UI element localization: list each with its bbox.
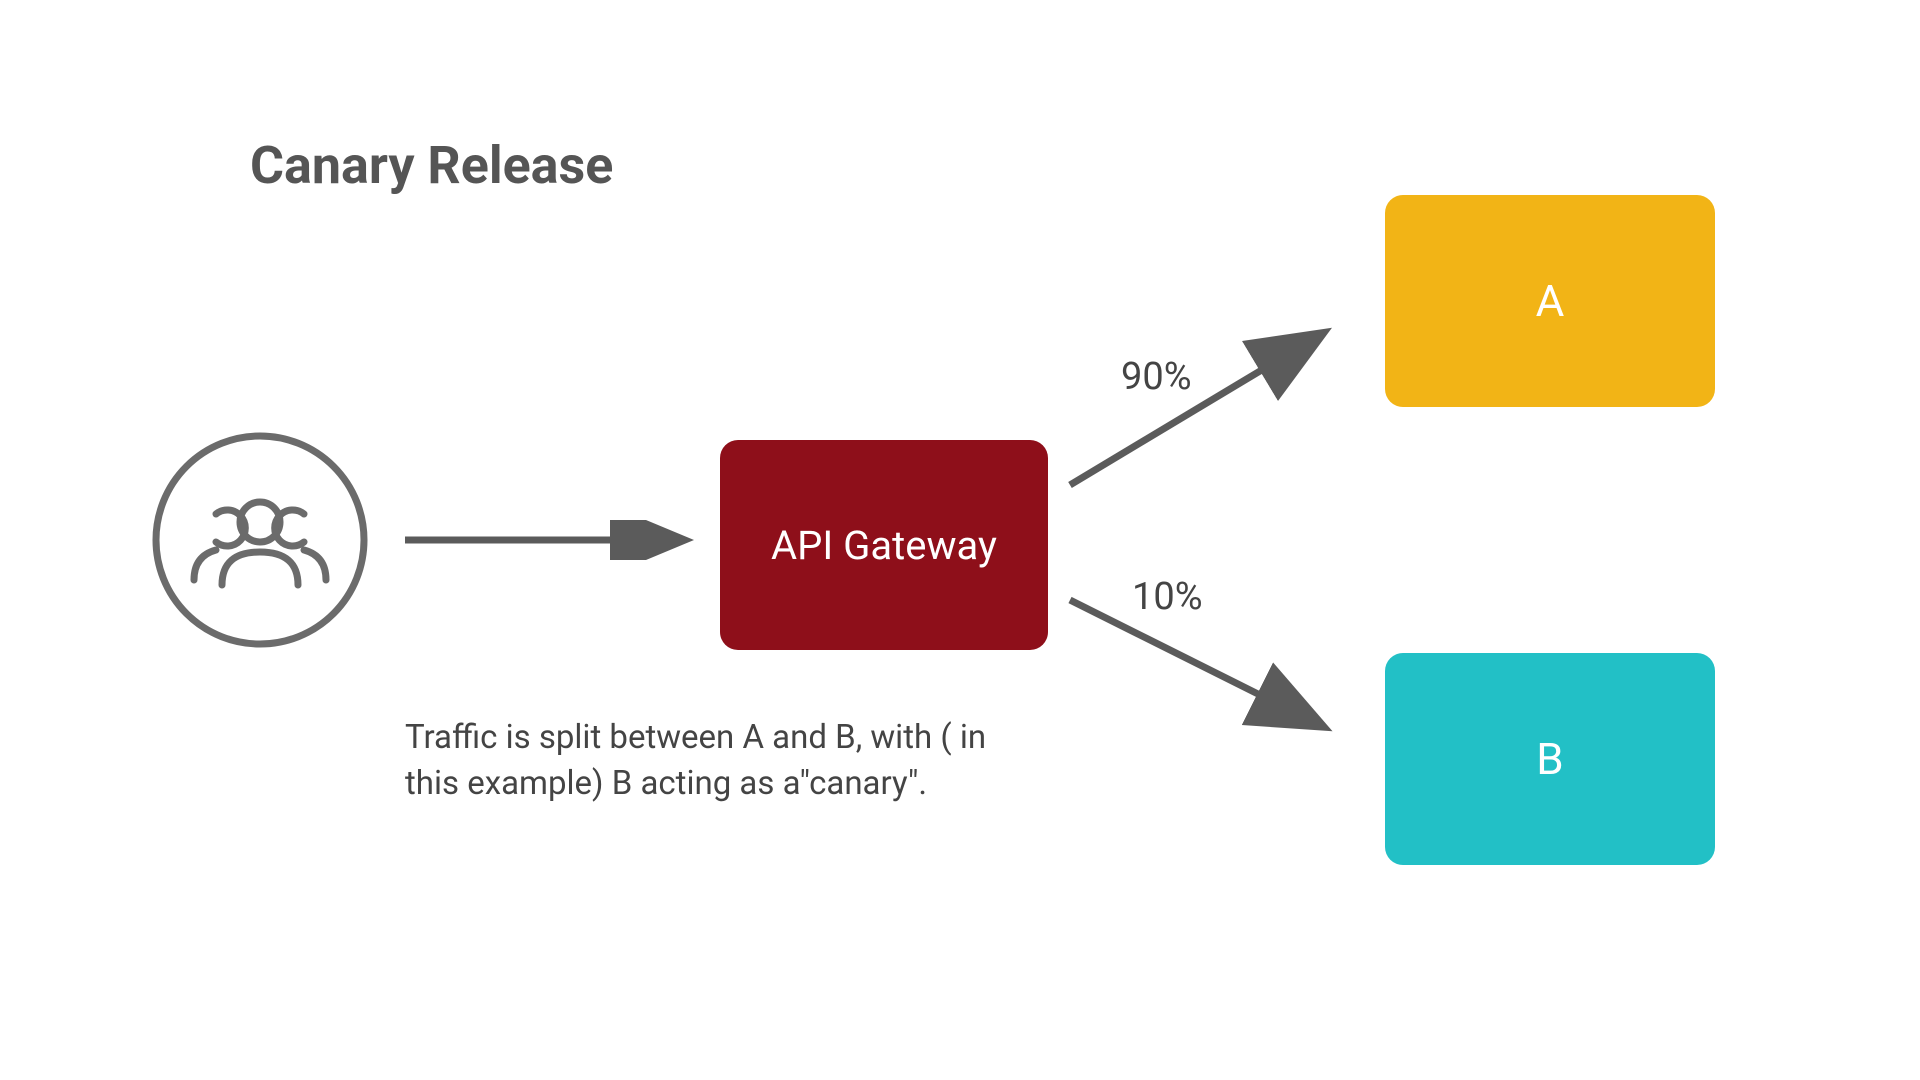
diagram-caption: Traffic is split between A and B, with (… xyxy=(405,715,1045,807)
service-a-box: A xyxy=(1385,195,1715,407)
diagram-title: Canary Release xyxy=(250,135,613,196)
service-b-label: B xyxy=(1536,733,1563,785)
api-gateway-label: API Gateway xyxy=(771,522,997,569)
service-b-box: B xyxy=(1385,653,1715,865)
percent-b-label: 10% xyxy=(1132,575,1203,619)
users-icon xyxy=(150,430,370,650)
arrow-users-to-gateway xyxy=(400,520,710,560)
percent-a-label: 90% xyxy=(1121,355,1192,399)
arrow-gateway-to-a xyxy=(1060,315,1350,505)
api-gateway-box: API Gateway xyxy=(720,440,1048,650)
service-a-label: A xyxy=(1536,275,1565,327)
arrow-gateway-to-b xyxy=(1060,585,1350,755)
